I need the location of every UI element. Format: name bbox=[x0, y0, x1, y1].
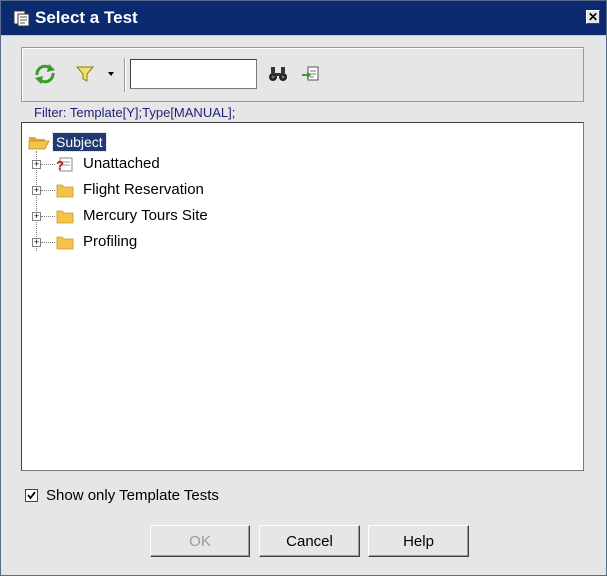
tree-branch-line bbox=[41, 216, 55, 217]
tree-root-subject[interactable]: Subject bbox=[28, 132, 107, 152]
tree-node-label: Mercury Tours Site bbox=[83, 207, 208, 224]
refresh-button[interactable] bbox=[32, 61, 58, 87]
toolbar-separator bbox=[124, 58, 125, 92]
go-to-test-button[interactable] bbox=[298, 61, 324, 87]
tree-branch-line bbox=[41, 164, 55, 165]
tree-node-label: Profiling bbox=[83, 233, 138, 250]
title-bar[interactable]: Select a Test ✕ bbox=[1, 1, 606, 36]
show-template-tests-checkbox[interactable] bbox=[25, 488, 38, 502]
folder-icon bbox=[56, 210, 74, 224]
unattached-question-folder-icon: ? bbox=[56, 157, 73, 172]
select-test-dialog: Select a Test ✕ Filter: Template[Y];Type… bbox=[0, 0, 607, 576]
tree-node-label: Flight Reservation bbox=[83, 181, 204, 198]
dialog-title: Select a Test bbox=[35, 8, 138, 27]
tree-node-label: Unattached bbox=[83, 155, 160, 172]
show-template-tests-option[interactable]: Show only Template Tests bbox=[25, 486, 219, 504]
filter-funnel-icon bbox=[75, 66, 95, 82]
close-icon: ✕ bbox=[587, 10, 599, 24]
expand-toggle[interactable]: + bbox=[32, 238, 41, 247]
expand-toggle[interactable]: + bbox=[32, 212, 41, 221]
cancel-button[interactable]: Cancel bbox=[259, 525, 360, 557]
find-input[interactable] bbox=[130, 59, 257, 89]
expand-toggle[interactable]: + bbox=[32, 160, 41, 169]
test-tree[interactable]: Subject + ? Unattached + Flight Reservat… bbox=[21, 122, 584, 471]
filter-description: Filter: Template[Y];Type[MANUAL]; bbox=[34, 105, 236, 120]
filter-dropdown-arrow[interactable] bbox=[108, 72, 114, 76]
tree-branch-line bbox=[41, 242, 55, 243]
expand-toggle[interactable]: + bbox=[32, 186, 41, 195]
tree-branch-line bbox=[41, 190, 55, 191]
binoculars-icon bbox=[269, 67, 287, 81]
tree-root-label: Subject bbox=[52, 132, 107, 152]
find-button[interactable] bbox=[265, 61, 291, 87]
help-button[interactable]: Help bbox=[368, 525, 469, 557]
ok-button[interactable]: OK bbox=[150, 525, 250, 557]
toolbar bbox=[21, 47, 584, 102]
refresh-icon bbox=[35, 64, 55, 84]
open-folder-icon bbox=[28, 137, 50, 150]
filter-button[interactable] bbox=[72, 61, 98, 87]
go-to-test-icon bbox=[302, 66, 319, 81]
test-dialog-icon bbox=[13, 10, 30, 27]
folder-icon bbox=[56, 184, 74, 198]
checkmark-icon bbox=[27, 490, 36, 499]
close-button[interactable]: ✕ bbox=[586, 10, 600, 24]
svg-text:?: ? bbox=[56, 158, 64, 172]
show-template-tests-label: Show only Template Tests bbox=[46, 486, 219, 504]
folder-icon bbox=[56, 236, 74, 250]
